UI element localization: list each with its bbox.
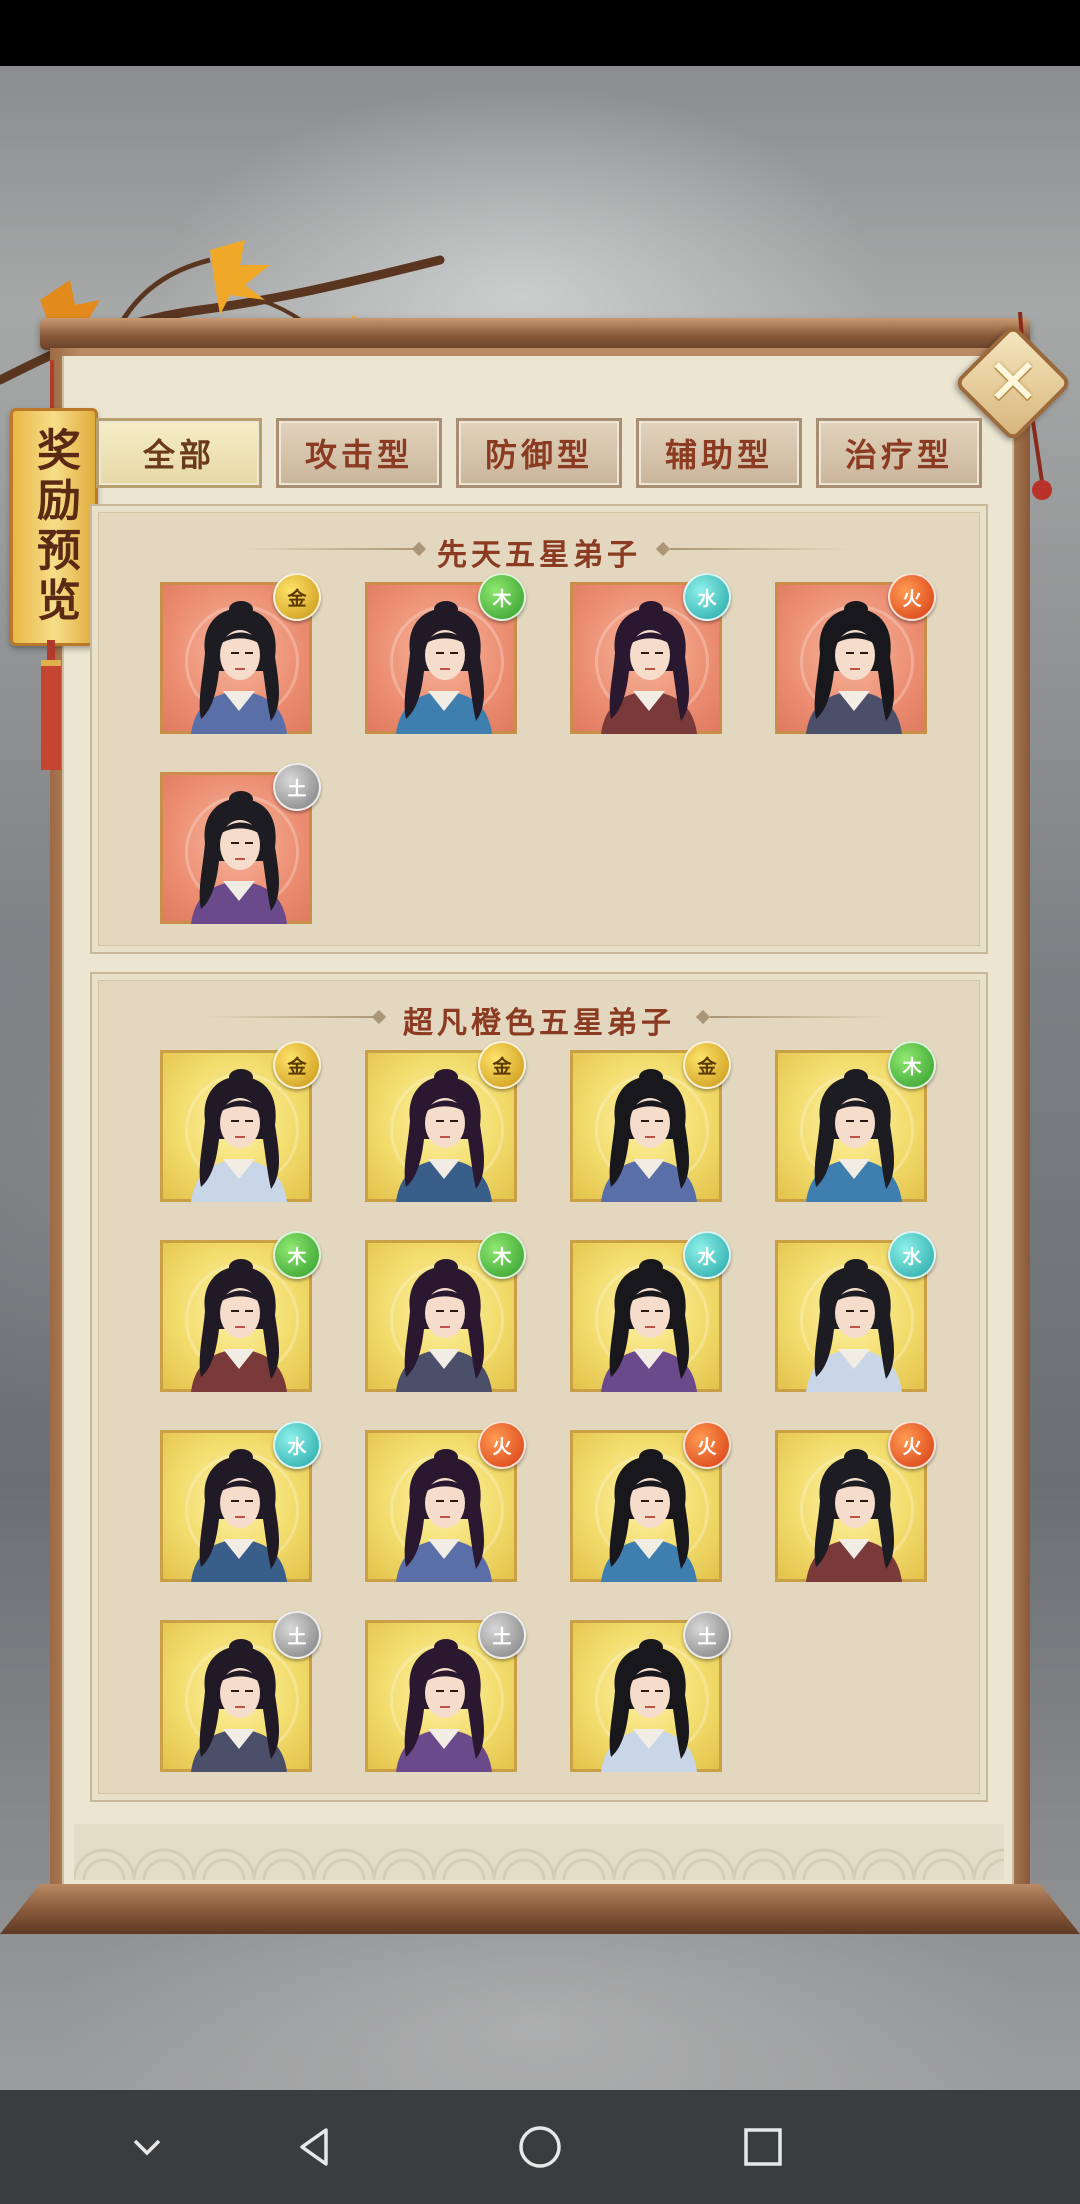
tab-defense[interactable]: 防御型 <box>456 418 622 488</box>
character-card[interactable]: 火 <box>775 1421 936 1582</box>
element-badge: 水 <box>683 1231 731 1279</box>
character-card[interactable]: 木 <box>365 573 526 734</box>
home-icon[interactable] <box>505 2112 575 2182</box>
section-title: 超凡橙色五星弟子 <box>403 1006 675 1041</box>
character-card[interactable]: 土 <box>160 1611 321 1772</box>
element-badge: 土 <box>273 1611 321 1659</box>
element-badge: 金 <box>478 1041 526 1089</box>
element-badge: 水 <box>273 1421 321 1469</box>
element-badge: 土 <box>273 763 321 811</box>
element-badge: 火 <box>888 573 936 621</box>
element-badge: 火 <box>683 1421 731 1469</box>
character-card[interactable]: 水 <box>775 1231 936 1392</box>
character-card[interactable]: 金 <box>160 573 321 734</box>
tab-all[interactable]: 全部 <box>96 418 262 488</box>
element-badge: 水 <box>888 1231 936 1279</box>
reward-preview-banner: 奖励预览 <box>10 408 98 646</box>
banner-cord <box>50 360 54 410</box>
element-badge: 火 <box>888 1421 936 1469</box>
banner-label: 奖励预览 <box>29 427 80 627</box>
character-card[interactable]: 金 <box>365 1041 526 1202</box>
title-line-right <box>670 548 850 550</box>
tab-support[interactable]: 辅助型 <box>636 418 802 488</box>
character-card[interactable]: 金 <box>160 1041 321 1202</box>
character-card[interactable]: 土 <box>160 763 321 924</box>
element-badge: 木 <box>273 1231 321 1279</box>
system-navigation-bar <box>0 2090 1080 2204</box>
element-badge: 水 <box>683 573 731 621</box>
character-card[interactable]: 水 <box>570 573 731 734</box>
character-card[interactable]: 水 <box>160 1421 321 1582</box>
tab-healing[interactable]: 治疗型 <box>816 418 982 488</box>
character-card[interactable]: 水 <box>570 1231 731 1392</box>
category-tabs: 全部 攻击型 防御型 辅助型 治疗型 <box>96 418 986 490</box>
scroll-top-roller <box>40 318 1030 350</box>
character-card[interactable]: 木 <box>365 1231 526 1392</box>
tab-attack[interactable]: 攻击型 <box>276 418 442 488</box>
status-bar <box>0 0 1080 66</box>
element-badge: 木 <box>478 573 526 621</box>
back-icon[interactable] <box>280 2112 350 2182</box>
character-card[interactable]: 火 <box>570 1421 731 1582</box>
element-badge: 金 <box>273 1041 321 1089</box>
character-card[interactable]: 木 <box>160 1231 321 1392</box>
element-badge: 土 <box>683 1611 731 1659</box>
character-card[interactable]: 火 <box>775 573 936 734</box>
character-card[interactable]: 金 <box>570 1041 731 1202</box>
element-badge: 火 <box>478 1421 526 1469</box>
element-badge: 金 <box>683 1041 731 1089</box>
character-card[interactable]: 火 <box>365 1421 526 1582</box>
recents-icon[interactable] <box>728 2112 798 2182</box>
section-extraordinary-orange-five-star: 超凡橙色五星弟子 金金金木木木水水水火火火土土土 <box>90 972 988 1802</box>
title-line-right <box>710 1016 890 1018</box>
scroll-bottom-roller <box>0 1884 1080 1934</box>
character-card[interactable]: 木 <box>775 1041 936 1202</box>
section-innate-five-star: 先天五星弟子 金 木 水 火土 <box>90 504 988 954</box>
element-badge: 木 <box>888 1041 936 1089</box>
close-icon: ✕ <box>986 346 1040 420</box>
element-badge: 木 <box>478 1231 526 1279</box>
element-badge: 土 <box>478 1611 526 1659</box>
chevron-down-icon[interactable] <box>112 2112 182 2182</box>
character-card[interactable]: 土 <box>365 1611 526 1772</box>
element-badge: 金 <box>273 573 321 621</box>
character-card[interactable]: 土 <box>570 1611 731 1772</box>
wave-pattern-decoration <box>74 1824 1004 1880</box>
section-title: 先天五星弟子 <box>437 538 641 573</box>
tassel-decoration <box>41 640 61 770</box>
